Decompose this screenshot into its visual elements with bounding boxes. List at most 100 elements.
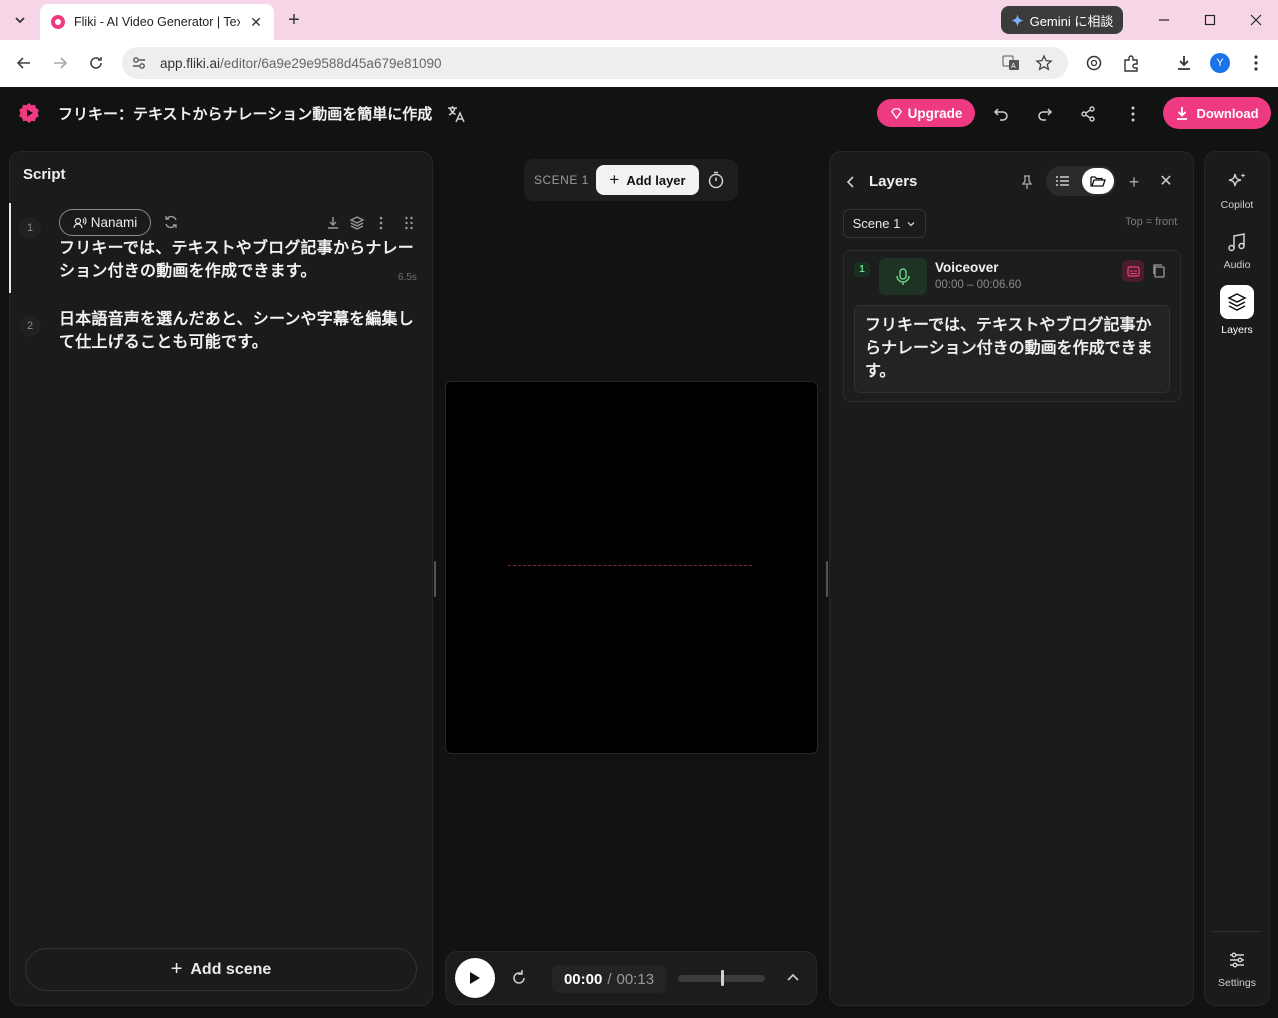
- video-preview-canvas[interactable]: [445, 381, 818, 754]
- music-note-icon: [1225, 230, 1249, 254]
- reload-icon[interactable]: [82, 49, 110, 77]
- volume-slider-knob[interactable]: [720, 970, 724, 986]
- download-icon: [1177, 107, 1188, 120]
- close-panel-icon[interactable]: ✕: [1158, 174, 1174, 190]
- gemini-label: Gemini に相談: [1029, 13, 1114, 29]
- rail-item-audio[interactable]: Audio: [1204, 230, 1270, 271]
- scene-label: SCENE 1: [534, 173, 589, 187]
- project-title[interactable]: フリキー：テキストからナレーション動画を簡単に作成: [58, 103, 432, 124]
- current-time: 00:00: [563, 970, 603, 988]
- extension-openai-icon[interactable]: [1081, 50, 1107, 76]
- play-button[interactable]: [455, 958, 495, 998]
- fliki-favicon-icon: [51, 15, 65, 29]
- diamond-icon: [890, 107, 902, 119]
- layers-icon: [1220, 285, 1254, 319]
- rail-label-settings: Settings: [1218, 977, 1256, 989]
- voice-selector[interactable]: Nanami: [59, 209, 151, 236]
- left-resize-handle[interactable]: [434, 561, 436, 597]
- regenerate-icon[interactable]: [163, 214, 179, 230]
- download-label: Download: [1196, 105, 1259, 121]
- layer-number: 1: [854, 262, 870, 277]
- back-icon[interactable]: [10, 49, 38, 77]
- layer-time-range: 00:00 – 00:06.60: [935, 279, 1022, 291]
- close-window-icon[interactable]: [1242, 6, 1270, 34]
- add-layer-label: Add layer: [626, 172, 686, 188]
- rail-divider: [1212, 931, 1262, 932]
- site-info-icon[interactable]: [130, 54, 148, 72]
- redo-icon[interactable]: [1034, 103, 1056, 125]
- chevron-down-icon: [907, 221, 915, 226]
- profile-avatar[interactable]: Y: [1210, 53, 1230, 73]
- captions-icon: [1126, 265, 1140, 277]
- fliki-logo-icon[interactable]: [18, 102, 40, 124]
- scene-layers-icon[interactable]: [349, 215, 365, 231]
- translate-icon[interactable]: [445, 103, 467, 125]
- rail-label-layers: Layers: [1221, 324, 1253, 336]
- rail-item-settings[interactable]: Settings: [1204, 948, 1270, 989]
- back-chevron-icon[interactable]: [843, 174, 859, 190]
- bookmark-star-icon[interactable]: [1031, 50, 1057, 76]
- subtitles-toggle[interactable]: [1122, 260, 1144, 282]
- replay-icon[interactable]: [509, 968, 529, 988]
- scene-1-text[interactable]: フリキーでは、テキストやブログ記事からナレーション付きの動画を作成できます。: [59, 237, 414, 283]
- time-display: 00:00 / 00:13: [552, 965, 666, 993]
- download-button[interactable]: Download: [1163, 97, 1271, 129]
- play-icon: [470, 972, 480, 984]
- scene-dropdown-value: Scene 1: [852, 216, 901, 231]
- scene-dropdown[interactable]: Scene 1: [843, 209, 926, 238]
- browser-menu-icon[interactable]: [1243, 50, 1269, 76]
- duplicate-icon[interactable]: [1151, 263, 1167, 279]
- folder-open-icon: [1090, 176, 1106, 187]
- layer-name: Voiceover: [935, 260, 999, 275]
- undo-icon[interactable]: [990, 103, 1012, 125]
- voiceover-text[interactable]: フリキーでは、テキストやブログ記事からナレーション付きの動画を作成できます。: [854, 305, 1170, 393]
- maximize-icon[interactable]: [1196, 6, 1224, 34]
- rail-label-audio: Audio: [1223, 259, 1251, 271]
- scene-download-icon[interactable]: [325, 215, 341, 231]
- scene-number-2[interactable]: 2: [19, 315, 41, 337]
- voiceover-thumbnail: [879, 258, 927, 295]
- browser-tab[interactable]: Fliki - AI Video Generator | Text ✕: [40, 4, 274, 40]
- add-scene-button[interactable]: + Add scene: [25, 948, 417, 991]
- minimize-icon[interactable]: [1150, 6, 1178, 34]
- layer-order-hint: Top = front: [1125, 216, 1178, 228]
- add-layer-icon[interactable]: +: [1126, 173, 1142, 191]
- folder-view-button[interactable]: [1082, 168, 1114, 194]
- audio-waveform: [508, 565, 752, 567]
- plus-icon: +: [609, 170, 620, 189]
- extensions-puzzle-icon[interactable]: [1118, 50, 1144, 76]
- share-icon[interactable]: [1077, 103, 1099, 125]
- list-view-icon[interactable]: [1055, 173, 1071, 189]
- translate-page-icon[interactable]: A: [998, 50, 1024, 76]
- drag-handle-icon[interactable]: [401, 215, 417, 231]
- total-time: 00:13: [616, 970, 655, 988]
- more-options-icon[interactable]: [1122, 103, 1144, 125]
- pin-icon[interactable]: [1019, 174, 1035, 190]
- scene-more-icon[interactable]: [373, 215, 389, 231]
- sparkle-icon: [1225, 170, 1249, 194]
- time-separator: /: [607, 970, 612, 988]
- gemini-button[interactable]: Gemini に相談: [1001, 6, 1123, 34]
- tab-close-icon[interactable]: ✕: [248, 14, 264, 31]
- voice-person-icon: [73, 216, 87, 228]
- rail-item-copilot[interactable]: Copilot: [1204, 170, 1270, 211]
- rail-item-layers[interactable]: Layers: [1204, 285, 1270, 336]
- scene-number-1[interactable]: 1: [19, 217, 41, 239]
- upgrade-button[interactable]: Upgrade: [877, 99, 975, 127]
- voice-name: Nanami: [90, 215, 138, 230]
- timer-icon[interactable]: [707, 171, 725, 189]
- downloads-icon[interactable]: [1171, 50, 1197, 76]
- rail-label-copilot: Copilot: [1220, 199, 1254, 211]
- url-path: /editor/6a9e29e9588d45a679e81090: [220, 55, 442, 71]
- tab-search-chevron-icon[interactable]: [8, 9, 32, 31]
- active-scene-indicator: [9, 203, 11, 293]
- address-bar[interactable]: app.fliki.ai/editor/6a9e29e9588d45a679e8…: [122, 47, 1068, 79]
- new-tab-button[interactable]: +: [283, 8, 305, 32]
- right-resize-handle[interactable]: [826, 561, 828, 597]
- scene-2-text[interactable]: 日本語音声を選んだあと、シーンや字幕を編集して仕上げることも可能です。: [59, 308, 414, 354]
- url-host: app.fliki.ai: [160, 55, 221, 71]
- chevron-up-icon[interactable]: [785, 970, 801, 986]
- add-layer-button[interactable]: + Add layer: [596, 165, 699, 195]
- forward-icon[interactable]: [46, 49, 74, 77]
- gemini-sparkle-icon: [1010, 13, 1024, 27]
